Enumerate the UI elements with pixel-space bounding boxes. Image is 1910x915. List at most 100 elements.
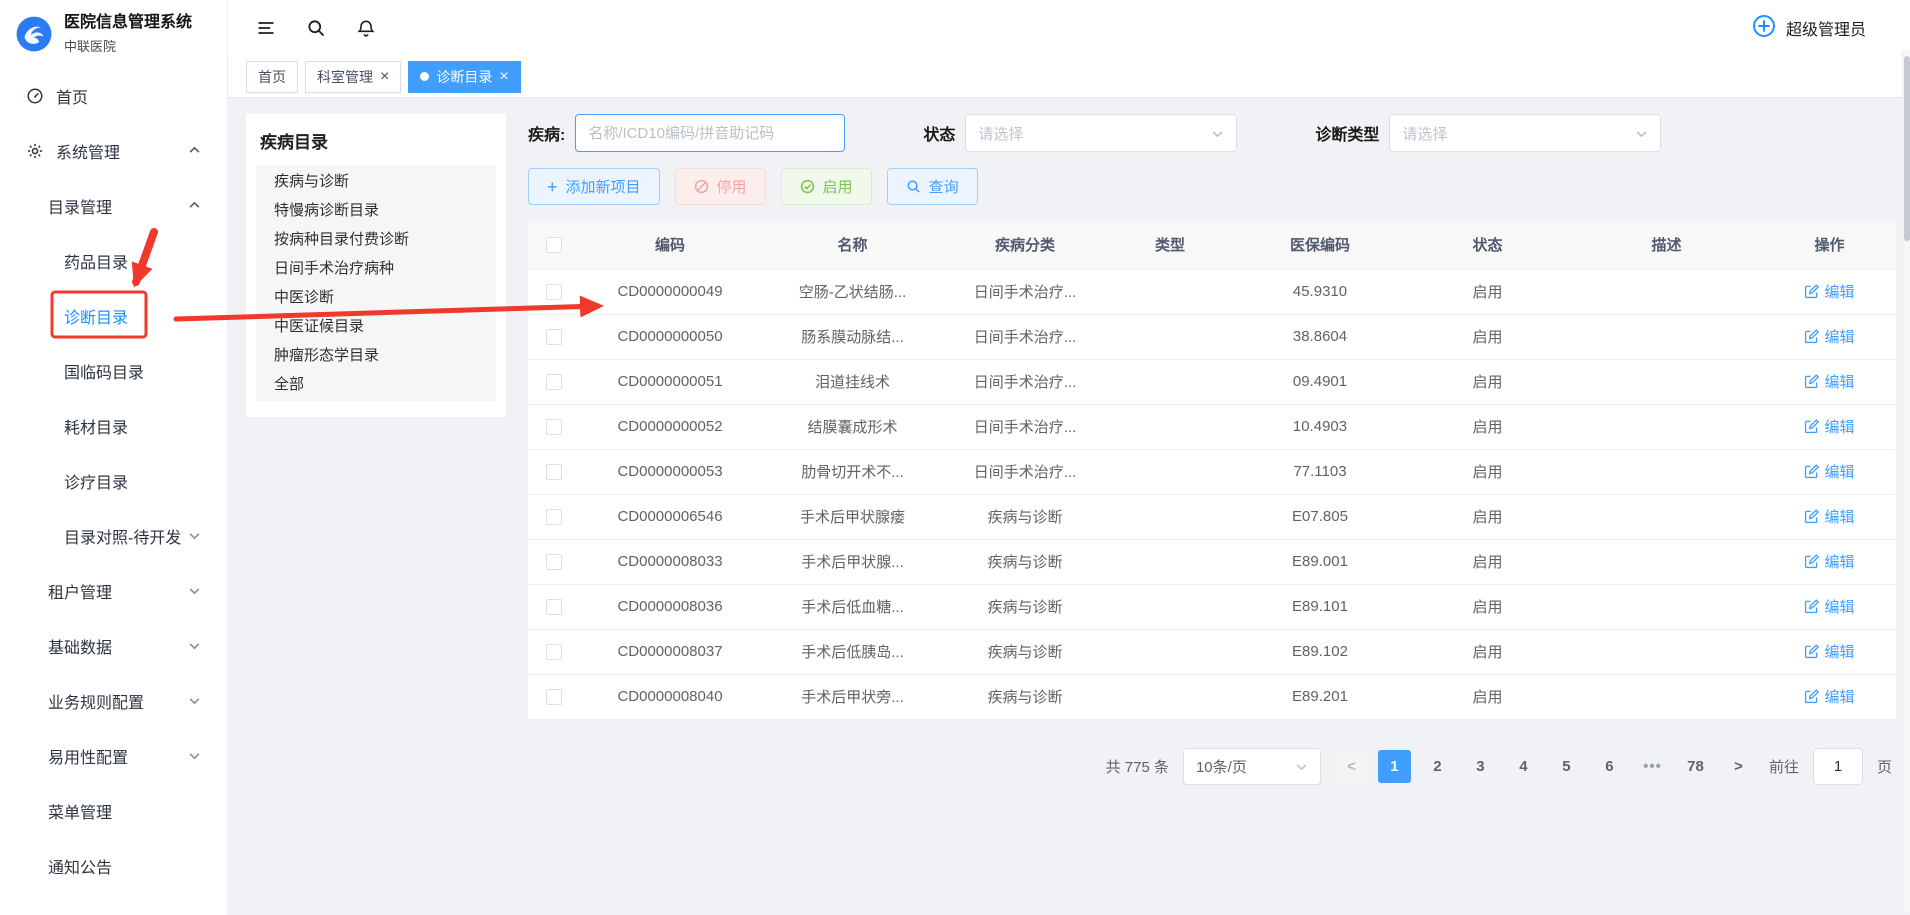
app-logo-row: 医院信息管理系统 中联医院 xyxy=(0,0,227,68)
row-checkbox[interactable] xyxy=(546,374,562,390)
catalog-item-tcm-diagnosis[interactable]: 中医诊断 xyxy=(256,283,496,312)
sidebar-item-treatment-catalog[interactable]: 诊疗目录 xyxy=(0,453,227,508)
diagnosis-type-select[interactable]: 请选择 xyxy=(1389,114,1661,152)
sidebar-item-consumables-catalog[interactable]: 耗材目录 xyxy=(0,398,227,453)
add-item-button[interactable]: + 添加新项目 xyxy=(528,168,660,205)
sidebar-item-basic-data[interactable]: 基础数据 xyxy=(0,618,227,673)
table-row[interactable]: CD0000006546 手术后甲状腺瘘 疾病与诊断 E07.805 启用 编辑 xyxy=(528,494,1896,539)
sidebar-item-tenant-management[interactable]: 租户管理 xyxy=(0,563,227,618)
row-checkbox[interactable] xyxy=(546,599,562,615)
table-row[interactable]: CD0000000049 空肠-乙状结肠... 日间手术治疗... 45.931… xyxy=(528,269,1896,314)
table-row[interactable]: CD0000000051 泪道挂线术 日间手术治疗... 09.4901 启用 … xyxy=(528,359,1896,404)
goto-page-input[interactable] xyxy=(1813,748,1863,785)
page-button-4[interactable]: 4 xyxy=(1507,750,1540,783)
table-row[interactable]: CD0000008033 手术后甲状腺... 疾病与诊断 E89.001 启用 … xyxy=(528,539,1896,584)
edit-button[interactable]: 编辑 xyxy=(1804,641,1854,662)
row-checkbox[interactable] xyxy=(546,419,562,435)
edit-button[interactable]: 编辑 xyxy=(1804,686,1854,707)
goto-suffix: 页 xyxy=(1877,756,1892,777)
sidebar-item-system-management[interactable]: 系统管理 xyxy=(0,123,227,178)
tab-close-icon[interactable]: × xyxy=(499,69,508,85)
next-page-button[interactable]: > xyxy=(1722,750,1755,783)
cell-code: CD0000008037 xyxy=(580,629,760,674)
edit-button[interactable]: 编辑 xyxy=(1804,506,1854,527)
catalog-item-all[interactable]: 全部 xyxy=(256,370,496,399)
sidebar-item-national-code-catalog[interactable]: 国临码目录 xyxy=(0,343,227,398)
row-checkbox[interactable] xyxy=(546,554,562,570)
sidebar-item-menu-management[interactable]: 菜单管理 xyxy=(0,783,227,838)
disease-search-input[interactable] xyxy=(575,114,845,152)
row-checkbox[interactable] xyxy=(546,284,562,300)
select-all-checkbox[interactable] xyxy=(546,237,562,253)
row-checkbox[interactable] xyxy=(546,689,562,705)
table-row[interactable]: CD0000000050 肠系膜动脉结... 日间手术治疗... 38.8604… xyxy=(528,314,1896,359)
row-checkbox[interactable] xyxy=(546,464,562,480)
scrollbar[interactable] xyxy=(1902,50,1910,911)
status-select[interactable]: 请选择 xyxy=(965,114,1237,152)
table-row[interactable]: CD0000008037 手术后低胰岛... 疾病与诊断 E89.102 启用 … xyxy=(528,629,1896,674)
notification-bell-icon[interactable] xyxy=(356,18,376,38)
edit-button[interactable]: 编辑 xyxy=(1804,371,1854,392)
table-row[interactable]: CD0000000052 结膜囊成形术 日间手术治疗... 10.4903 启用… xyxy=(528,404,1896,449)
cell-category: 疾病与诊断 xyxy=(945,584,1105,629)
scrollbar-thumb[interactable] xyxy=(1904,56,1910,241)
catalog-item-chronic-disease[interactable]: 特慢病诊断目录 xyxy=(256,196,496,225)
sidebar-item-notice[interactable]: 通知公告 xyxy=(0,838,227,893)
tab-home[interactable]: 首页 xyxy=(246,61,298,93)
page-button-1[interactable]: 1 xyxy=(1378,750,1411,783)
sidebar-item-usability-config[interactable]: 易用性配置 xyxy=(0,728,227,783)
table-row[interactable]: CD0000000053 肋骨切开术不... 日间手术治疗... 77.1103… xyxy=(528,449,1896,494)
row-checkbox[interactable] xyxy=(546,509,562,525)
table-row[interactable]: CD0000008040 手术后甲状旁... 疾病与诊断 E89.201 启用 … xyxy=(528,674,1896,719)
prev-page-button[interactable]: < xyxy=(1335,750,1368,783)
cell-category: 疾病与诊断 xyxy=(945,629,1105,674)
cell-code: CD0000000050 xyxy=(580,314,760,359)
row-checkbox[interactable] xyxy=(546,329,562,345)
tab-department-management[interactable]: 科室管理 × xyxy=(305,61,401,93)
edit-button[interactable]: 编辑 xyxy=(1804,596,1854,617)
page-size-select[interactable]: 10条/页 xyxy=(1183,748,1321,785)
page-button-3[interactable]: 3 xyxy=(1464,750,1497,783)
table-row[interactable]: CD0000008036 手术后低血糖... 疾病与诊断 E89.101 启用 … xyxy=(528,584,1896,629)
tab-diagnosis-catalog[interactable]: 诊断目录 × xyxy=(408,61,520,93)
sidebar-item-business-rules[interactable]: 业务规则配置 xyxy=(0,673,227,728)
hamburger-menu-icon[interactable] xyxy=(256,18,276,38)
sidebar-item-diagnosis-catalog[interactable]: 诊断目录 xyxy=(0,288,227,343)
edit-icon xyxy=(1804,374,1819,389)
page-button-6[interactable]: 6 xyxy=(1593,750,1626,783)
edit-button[interactable]: 编辑 xyxy=(1804,326,1854,347)
edit-button[interactable]: 编辑 xyxy=(1804,281,1854,302)
edit-button[interactable]: 编辑 xyxy=(1804,416,1854,437)
search-icon[interactable] xyxy=(306,18,326,38)
sidebar-item-catalog-mapping[interactable]: 目录对照-待开发 xyxy=(0,508,227,563)
page-button-2[interactable]: 2 xyxy=(1421,750,1454,783)
cell-insurance-code: 10.4903 xyxy=(1235,404,1405,449)
cell-type xyxy=(1105,674,1235,719)
catalog-list: 疾病与诊断 特慢病诊断目录 按病种目录付费诊断 日间手术治疗病种 中医诊断 中医… xyxy=(256,165,496,401)
cell-type xyxy=(1105,359,1235,404)
query-button[interactable]: 查询 xyxy=(887,168,978,205)
user-menu[interactable]: 超级管理员 xyxy=(1751,13,1866,44)
cell-code: CD0000000053 xyxy=(580,449,760,494)
page-button-78[interactable]: 78 xyxy=(1679,750,1712,783)
edit-button[interactable]: 编辑 xyxy=(1804,461,1854,482)
disable-button[interactable]: 停用 xyxy=(675,168,766,205)
row-checkbox[interactable] xyxy=(546,644,562,660)
enable-button[interactable]: 启用 xyxy=(781,168,872,205)
sidebar-item-drug-catalog[interactable]: 药品目录 xyxy=(0,233,227,288)
page-button-5[interactable]: 5 xyxy=(1550,750,1583,783)
tab-close-icon[interactable]: × xyxy=(380,69,389,85)
cell-description xyxy=(1570,674,1763,719)
cell-description xyxy=(1570,539,1763,584)
catalog-item-tcm-syndrome[interactable]: 中医证候目录 xyxy=(256,312,496,341)
catalog-item-tumor-morphology[interactable]: 肿瘤形态学目录 xyxy=(256,341,496,370)
catalog-item-pay-by-disease[interactable]: 按病种目录付费诊断 xyxy=(256,225,496,254)
edit-button[interactable]: 编辑 xyxy=(1804,551,1854,572)
catalog-item-disease-diagnosis[interactable]: 疾病与诊断 xyxy=(256,167,496,196)
pagination-ellipsis[interactable]: ••• xyxy=(1636,750,1669,783)
sidebar-item-catalog-management[interactable]: 目录管理 xyxy=(0,178,227,233)
status-select-value: 请选择 xyxy=(978,123,1023,144)
sidebar-item-home[interactable]: 首页 xyxy=(0,68,227,123)
tab-label: 诊断目录 xyxy=(436,67,492,87)
catalog-item-day-surgery[interactable]: 日间手术治疗病种 xyxy=(256,254,496,283)
